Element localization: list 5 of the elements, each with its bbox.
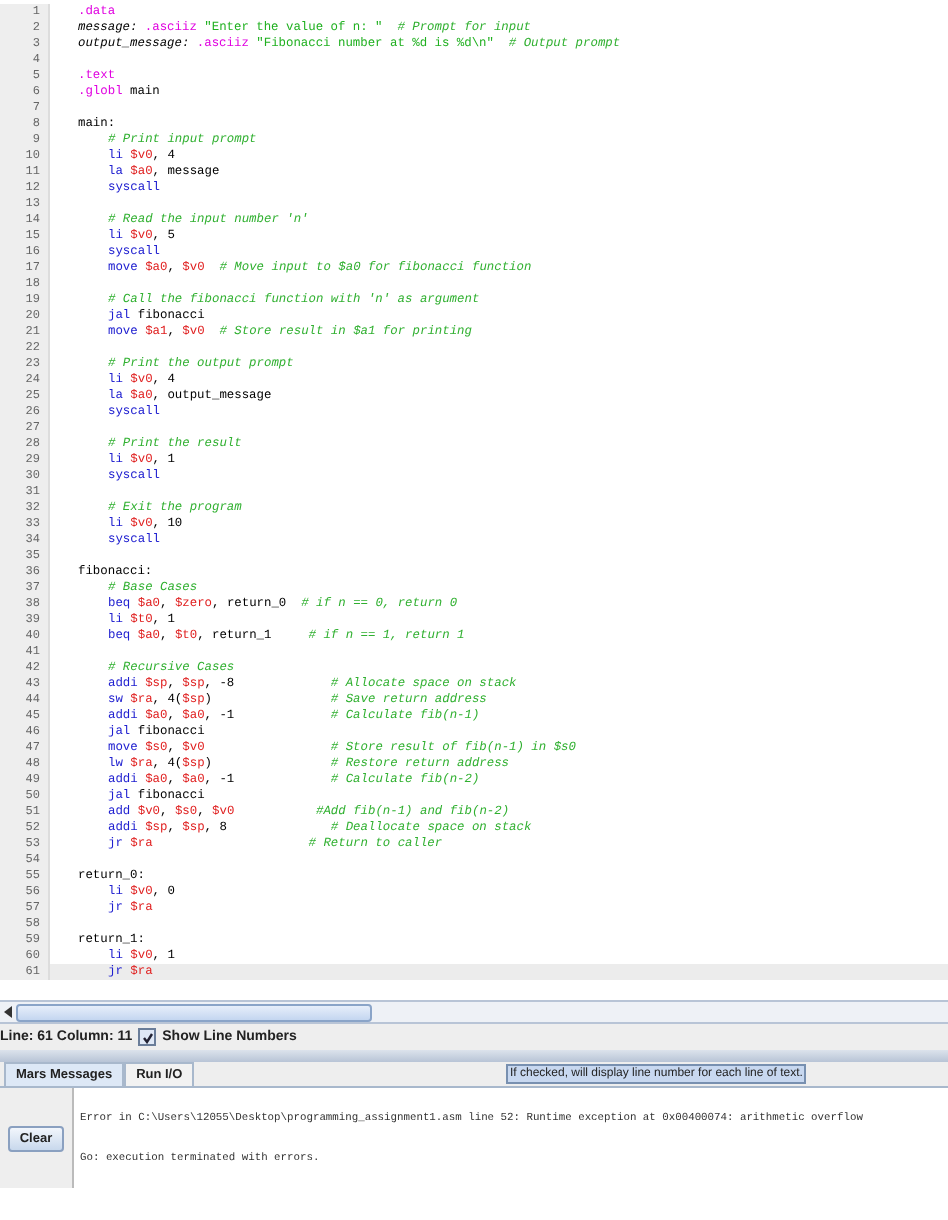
scrollbar-thumb[interactable] — [16, 1003, 372, 1021]
checkmark-icon — [141, 1031, 154, 1043]
left-arrow-icon[interactable] — [3, 1006, 13, 1018]
horizontal-scrollbar[interactable] — [0, 1000, 948, 1024]
checkbox[interactable] — [138, 1028, 157, 1046]
